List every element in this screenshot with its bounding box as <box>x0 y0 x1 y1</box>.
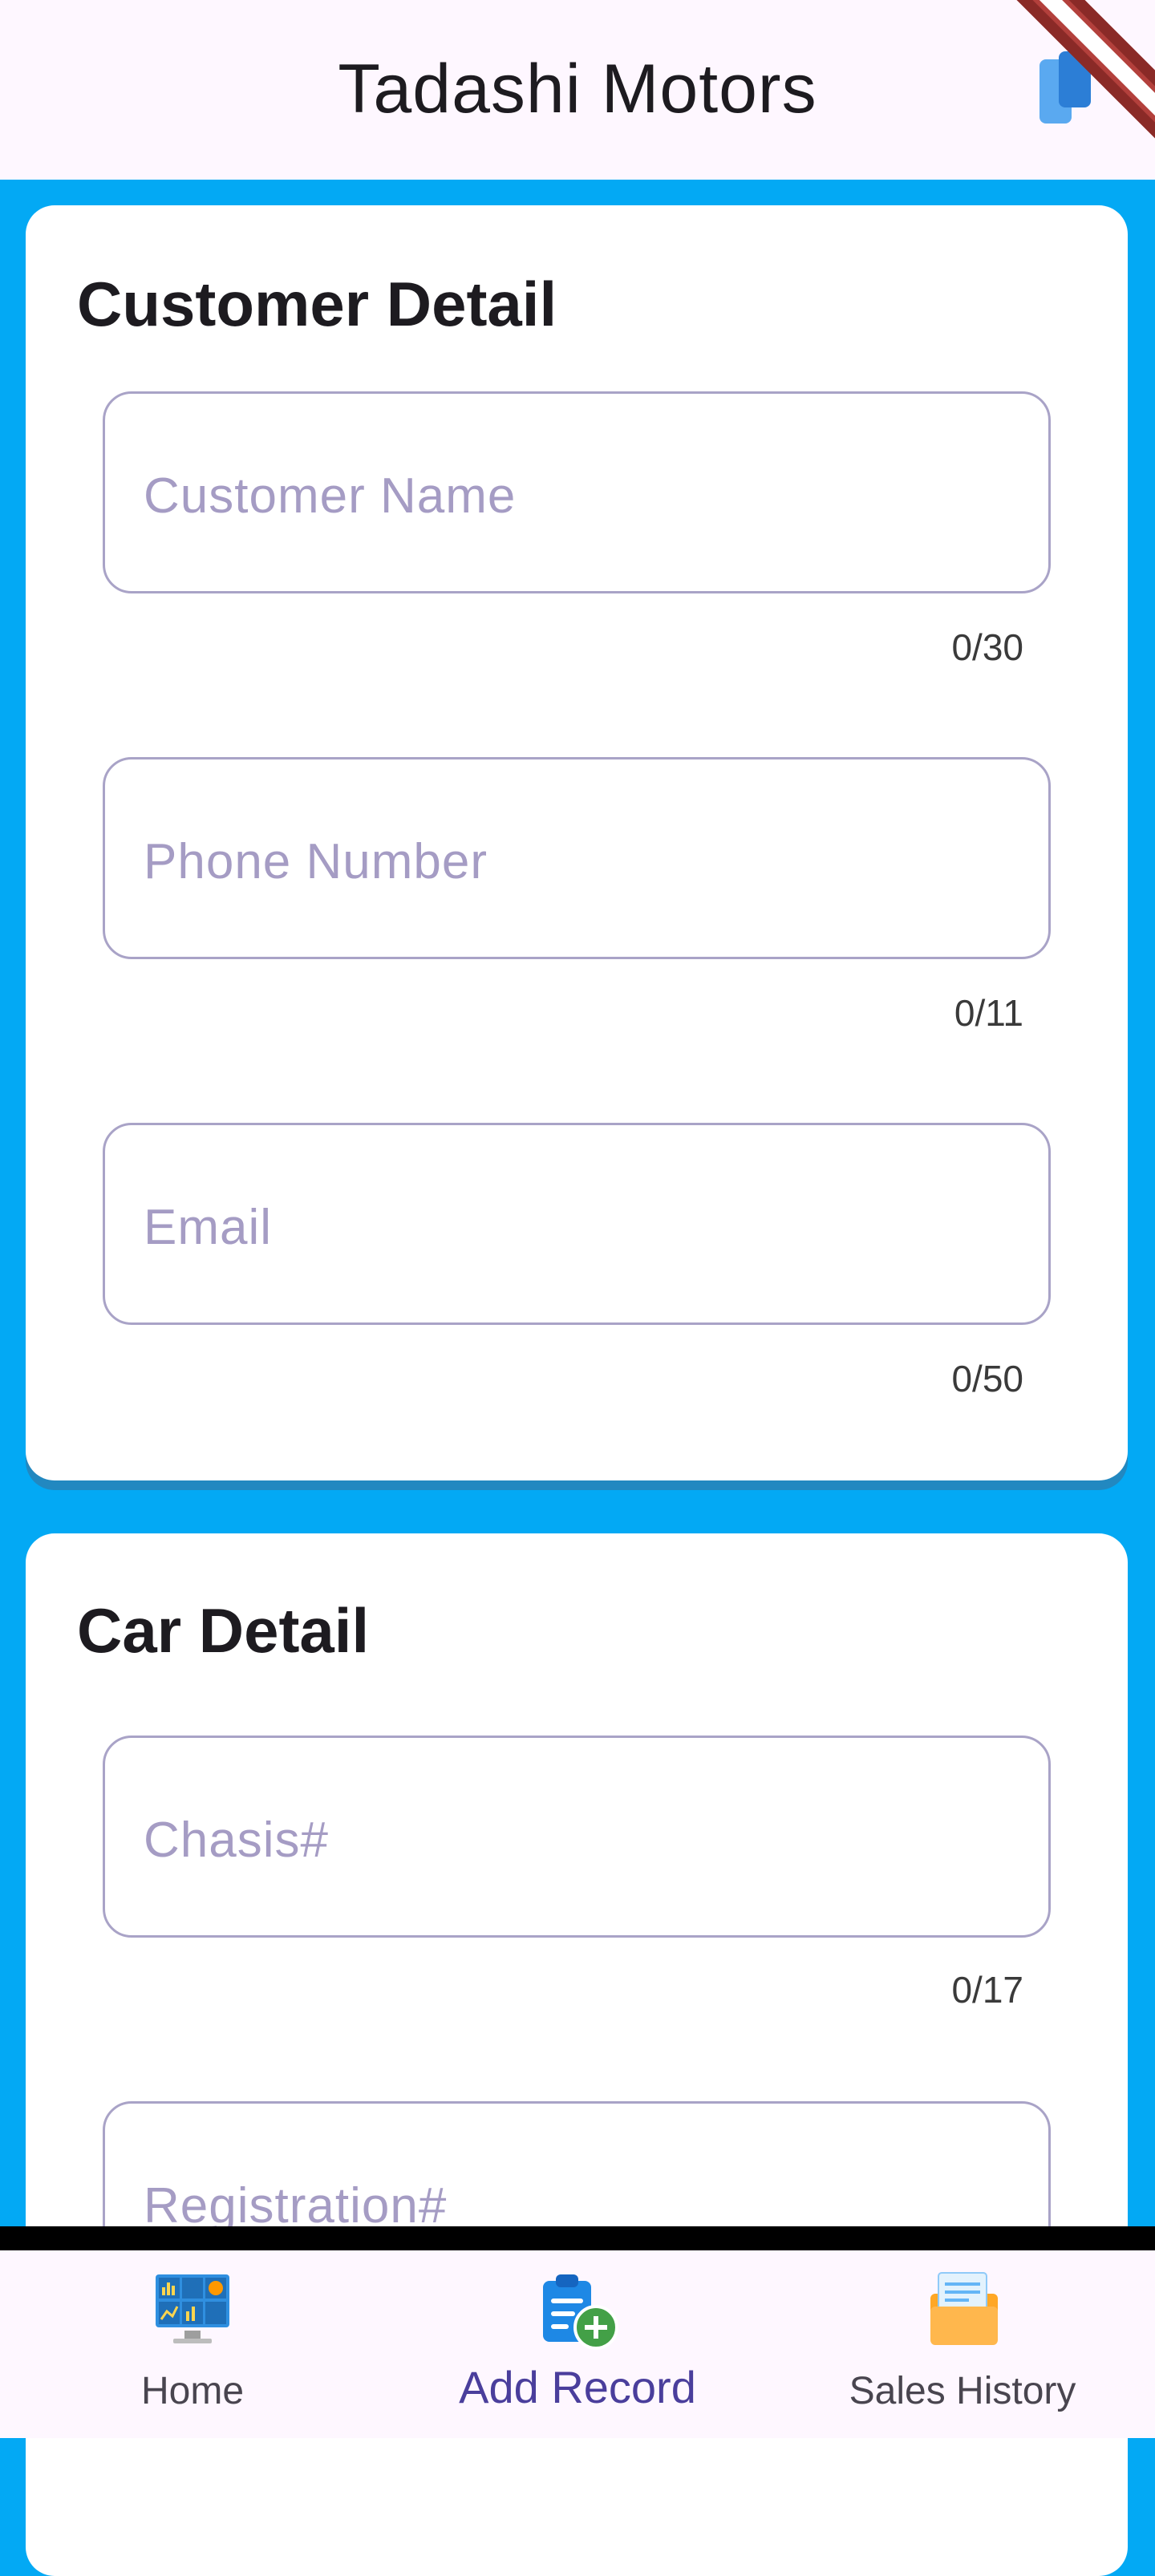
chasis-field[interactable]: Chasis# <box>103 1736 1051 1938</box>
system-divider <box>0 2226 1155 2250</box>
dashboard-icon <box>156 2274 229 2343</box>
chasis-counter: 0/17 <box>951 1969 1023 2011</box>
phone-number-placeholder: Phone Number <box>144 834 488 889</box>
customer-name-placeholder: Customer Name <box>144 468 517 524</box>
nav-sales-history[interactable]: Sales History <box>770 2250 1155 2438</box>
folder-icon <box>930 2272 998 2345</box>
app-bar: Tadashi Motors <box>0 0 1155 180</box>
email-placeholder: Email <box>144 1200 273 1255</box>
nav-sales-history-label: Sales History <box>849 2370 1076 2412</box>
customer-detail-card: Customer Detail Customer Name 0/30 Phone… <box>26 205 1128 1480</box>
nav-home[interactable]: Home <box>0 2250 385 2438</box>
customer-name-field[interactable]: Customer Name <box>103 391 1051 593</box>
nav-add-record-label: Add Record <box>459 2362 696 2412</box>
chasis-placeholder: Chasis# <box>144 1813 329 1868</box>
app-title: Tadashi Motors <box>338 51 817 128</box>
car-detail-title: Car Detail <box>77 1595 370 1666</box>
phone-number-counter: 0/11 <box>954 992 1023 1034</box>
bottom-navigation: Home Add Record Sales History <box>0 2250 1155 2438</box>
customer-detail-title: Customer Detail <box>77 269 557 339</box>
nav-add-record[interactable]: Add Record <box>385 2250 770 2438</box>
email-counter: 0/50 <box>951 1358 1023 1399</box>
phone-number-field[interactable]: Phone Number <box>103 757 1051 959</box>
clipboard-add-icon <box>543 2274 618 2350</box>
nav-home-label: Home <box>140 2370 245 2412</box>
customer-name-counter: 0/30 <box>951 626 1023 668</box>
email-field[interactable]: Email <box>103 1123 1051 1325</box>
